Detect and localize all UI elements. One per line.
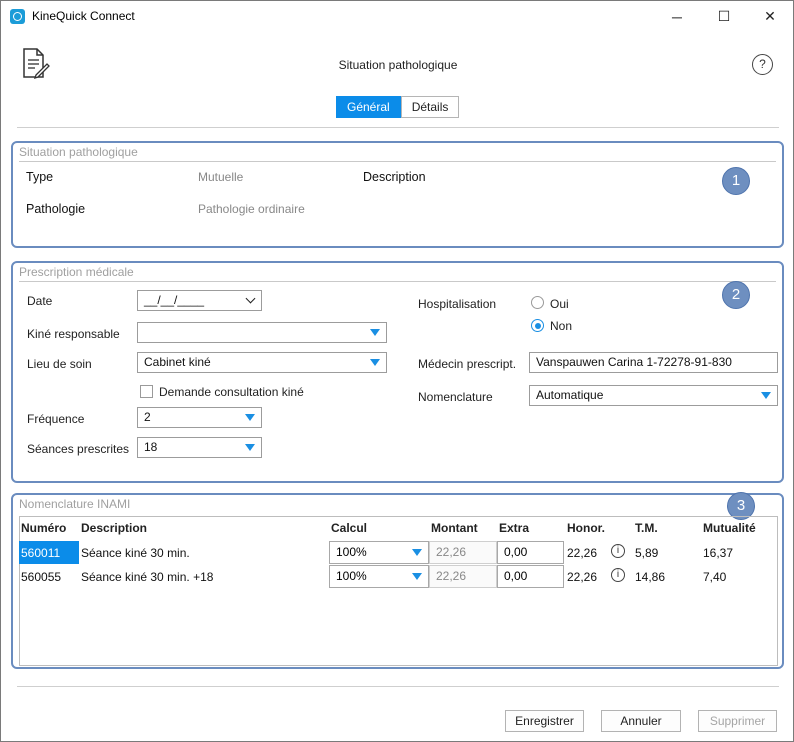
pathologie-label: Pathologie: [26, 202, 86, 216]
col-header-tm: T.M.: [635, 521, 658, 535]
row1-honor: 22,26: [567, 546, 598, 560]
nomenclature-value: Automatique: [536, 388, 604, 402]
hosp-non-label: Non: [550, 319, 573, 333]
frequence-label: Fréquence: [27, 412, 85, 426]
col-header-mutualite: Mutualité: [703, 521, 756, 535]
row1-calcul-value: 100%: [336, 545, 367, 559]
save-button[interactable]: Enregistrer: [505, 710, 584, 732]
minimize-button[interactable]: ─: [654, 1, 700, 32]
tab-general[interactable]: Général: [336, 96, 401, 118]
step-badge-2: 2: [722, 281, 750, 309]
col-header-extra: Extra: [499, 521, 530, 535]
legend-divider: [19, 161, 776, 162]
pathologie-value: Pathologie ordinaire: [198, 202, 305, 216]
row2-mutualite: 7,40: [703, 570, 727, 584]
info-icon[interactable]: i: [611, 568, 625, 582]
maximize-button[interactable]: ☐: [701, 1, 747, 32]
seances-select[interactable]: 18: [137, 437, 262, 458]
legend-divider: [19, 281, 776, 282]
row1-montant: 22,26: [429, 541, 497, 564]
row1-tm: 5,89: [635, 546, 659, 560]
kine-label: Kiné responsable: [27, 327, 120, 341]
dropdown-arrow-icon[interactable]: [370, 329, 380, 336]
prescription-legend: Prescription médicale: [19, 265, 134, 279]
hosp-oui-label: Oui: [550, 297, 569, 311]
title-bar: KineQuick Connect ─ ☐ ✕: [1, 1, 793, 32]
app-logo-icon: [10, 9, 25, 24]
date-picker[interactable]: __/__/____: [137, 290, 262, 311]
seances-label: Séances prescrites: [27, 442, 130, 456]
dropdown-arrow-icon[interactable]: [412, 573, 422, 580]
dropdown-arrow-icon[interactable]: [245, 414, 255, 421]
hosp-oui-radio[interactable]: [531, 296, 544, 309]
type-label: Type: [26, 170, 54, 184]
nomenclature-label: Nomenclature: [418, 390, 493, 404]
tab-bar: Général Détails: [336, 96, 460, 118]
row1-description[interactable]: Séance kiné 30 min.: [81, 546, 190, 560]
hosp-non-radio[interactable]: [531, 319, 544, 332]
row1-extra-input[interactable]: 0,00: [497, 541, 564, 564]
date-label: Date: [27, 294, 53, 308]
dropdown-arrow-icon[interactable]: [412, 549, 422, 556]
info-icon[interactable]: i: [611, 544, 625, 558]
dropdown-arrow-icon[interactable]: [245, 444, 255, 451]
row1-mutualite: 16,37: [703, 546, 734, 560]
situation-legend: Situation pathologique: [19, 145, 138, 159]
lieu-value: Cabinet kiné: [144, 355, 211, 369]
step-badge-1: 1: [722, 167, 750, 195]
type-value: Mutuelle: [198, 170, 244, 184]
row2-calcul-value: 100%: [336, 569, 367, 583]
tab-details[interactable]: Détails: [400, 96, 460, 118]
lieu-select[interactable]: Cabinet kiné: [137, 352, 387, 373]
col-header-calcul: Calcul: [331, 521, 368, 535]
kine-select[interactable]: [137, 322, 387, 343]
nomenclature-select[interactable]: Automatique: [529, 385, 778, 406]
header-divider: [17, 127, 779, 128]
row2-description[interactable]: Séance kiné 30 min. +18: [81, 570, 213, 584]
col-header-description: Description: [81, 521, 148, 535]
footer-divider: [17, 686, 779, 687]
medecin-label: Médecin prescript.: [418, 357, 517, 371]
row2-montant: 22,26: [429, 565, 497, 588]
frequence-value: 2: [144, 410, 151, 424]
col-header-honor: Honor.: [567, 521, 605, 535]
app-window: KineQuick Connect ─ ☐ ✕ Situation pathol…: [0, 0, 794, 742]
frequence-select[interactable]: 2: [137, 407, 262, 428]
hospitalisation-label: Hospitalisation: [418, 297, 497, 311]
nomenclature-table: [19, 516, 778, 666]
consultation-checkbox[interactable]: [140, 385, 153, 398]
dropdown-arrow-icon[interactable]: [761, 392, 771, 399]
row2-tm: 14,86: [635, 570, 666, 584]
row2-calcul-select[interactable]: 100%: [329, 565, 429, 588]
window-title: KineQuick Connect: [32, 9, 135, 23]
situation-group: Situation pathologique: [11, 141, 784, 248]
date-value: __/__/____: [144, 293, 205, 307]
dropdown-arrow-icon[interactable]: [370, 359, 380, 366]
consultation-label: Demande consultation kiné: [159, 385, 304, 399]
close-button[interactable]: ✕: [747, 1, 793, 32]
delete-button[interactable]: Supprimer: [698, 710, 777, 732]
page-title: Situation pathologique: [338, 58, 458, 72]
help-icon[interactable]: ?: [752, 54, 773, 75]
row2-extra-input[interactable]: 0,00: [497, 565, 564, 588]
row1-calcul-select[interactable]: 100%: [329, 541, 429, 564]
cancel-button[interactable]: Annuler: [601, 710, 681, 732]
col-header-numero: Numéro: [21, 521, 67, 535]
description-label: Description: [363, 170, 426, 184]
medecin-field[interactable]: Vanspauwen Carina 1-72278-91-830: [529, 352, 778, 373]
col-header-montant: Montant: [431, 521, 478, 535]
chevron-down-icon[interactable]: [245, 293, 256, 304]
row1-numero[interactable]: 560011: [21, 546, 60, 560]
lieu-label: Lieu de soin: [27, 357, 92, 371]
medecin-value: Vanspauwen Carina 1-72278-91-830: [536, 355, 732, 369]
row2-numero[interactable]: 560055: [21, 570, 61, 584]
inami-legend: Nomenclature INAMI: [19, 497, 131, 511]
seances-value: 18: [144, 440, 158, 454]
row2-honor: 22,26: [567, 570, 598, 584]
